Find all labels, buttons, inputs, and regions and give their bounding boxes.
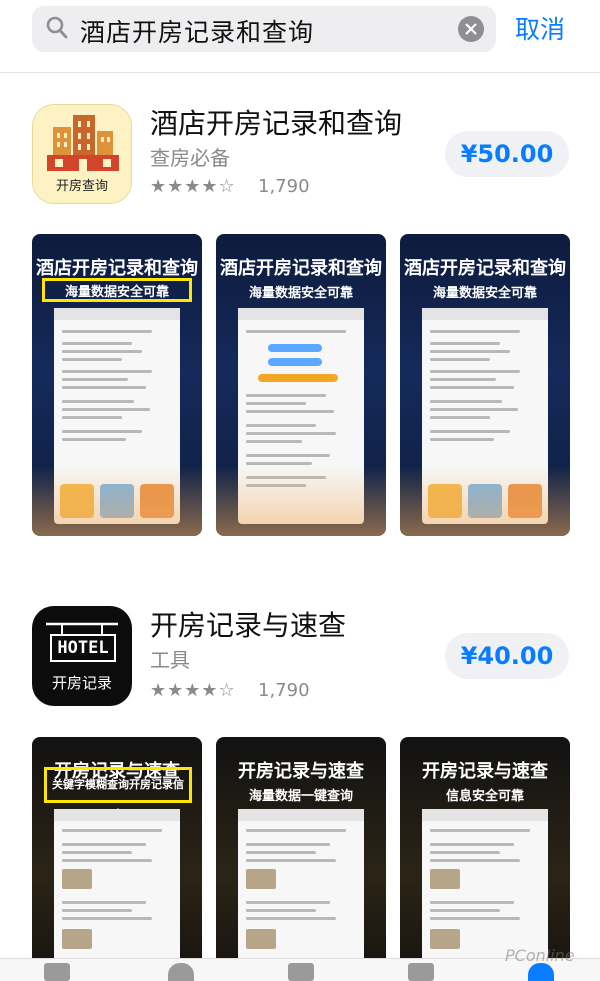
rating-stars: ★★★★☆ bbox=[150, 680, 236, 701]
phone-mockup bbox=[54, 809, 180, 967]
app-screenshot[interactable]: 酒店开房记录和查询 海量数据安全可靠 bbox=[216, 234, 386, 536]
app-icon[interactable]: 开房查询 bbox=[32, 104, 132, 204]
tab-today-icon[interactable] bbox=[44, 963, 70, 981]
app-screenshot[interactable]: 酒店开房记录和查询 海量数据安全可靠 bbox=[32, 234, 202, 536]
app-icon-caption: 开房记录 bbox=[51, 674, 112, 692]
screenshot-title: 酒店开房记录和查询 bbox=[404, 258, 566, 279]
app-screenshot[interactable]: 开房记录与速查 关键字模糊查询开房记录信息 bbox=[32, 737, 202, 967]
tab-search-icon[interactable] bbox=[528, 963, 554, 981]
price-button[interactable]: ¥40.00 bbox=[445, 633, 569, 679]
screenshot-subtitle: 海量数据安全可靠 bbox=[42, 278, 192, 302]
phone-mockup bbox=[422, 809, 548, 967]
tab-apps-icon[interactable] bbox=[288, 963, 314, 981]
hotel-building-icon bbox=[47, 115, 119, 171]
screenshot-title: 酒店开房记录和查询 bbox=[220, 258, 382, 279]
app-screenshot[interactable]: 酒店开房记录和查询 海量数据安全可靠 bbox=[400, 234, 570, 536]
rating-count: 1,790 bbox=[258, 176, 310, 197]
tab-updates-icon[interactable] bbox=[408, 963, 434, 981]
app-screenshot[interactable]: 开房记录与速查 海量数据一键查询 bbox=[216, 737, 386, 967]
app-icon[interactable]: HOTEL 开房记录 bbox=[32, 606, 132, 706]
search-field[interactable]: 酒店开房记录和查询 bbox=[32, 6, 496, 52]
screenshot-title: 开房记录与速查 bbox=[238, 761, 364, 782]
screenshot-title: 酒店开房记录和查询 bbox=[36, 258, 198, 279]
rating-count: 1,790 bbox=[258, 680, 310, 701]
watermark: PConline bbox=[505, 946, 575, 965]
hotel-sign: HOTEL bbox=[50, 634, 116, 662]
app-title[interactable]: 开房记录与速查 bbox=[150, 604, 346, 644]
cancel-button[interactable]: 取消 bbox=[515, 10, 565, 46]
screenshot-title: 开房记录与速查 bbox=[422, 761, 548, 782]
app-screenshot[interactable]: 开房记录与速查 信息安全可靠 bbox=[400, 737, 570, 967]
header-divider bbox=[0, 72, 600, 73]
screenshot-subtitle: 海量数据一键查询 bbox=[248, 789, 353, 804]
price-button[interactable]: ¥50.00 bbox=[445, 131, 569, 177]
app-subtitle: 查房必备 bbox=[150, 146, 230, 170]
tab-games-icon[interactable] bbox=[168, 963, 194, 981]
app-subtitle: 工具 bbox=[150, 648, 190, 672]
screenshot-subtitle: 关键字模糊查询开房记录信息 bbox=[44, 767, 192, 821]
screenshot-subtitle: 海量数据安全可靠 bbox=[432, 286, 537, 301]
search-icon bbox=[46, 16, 68, 44]
app-title[interactable]: 酒店开房记录和查询 bbox=[150, 102, 402, 142]
clear-icon[interactable] bbox=[458, 16, 484, 42]
app-icon-caption: 开房查询 bbox=[55, 179, 108, 194]
search-query-text[interactable]: 酒店开房记录和查询 bbox=[80, 13, 314, 49]
rating-stars: ★★★★☆ bbox=[150, 176, 236, 197]
screenshot-subtitle: 海量数据安全可靠 bbox=[248, 286, 353, 301]
search-header: 酒店开房记录和查询 取消 bbox=[0, 0, 600, 68]
screenshot-subtitle: 信息安全可靠 bbox=[445, 789, 524, 804]
phone-mockup bbox=[238, 809, 364, 967]
